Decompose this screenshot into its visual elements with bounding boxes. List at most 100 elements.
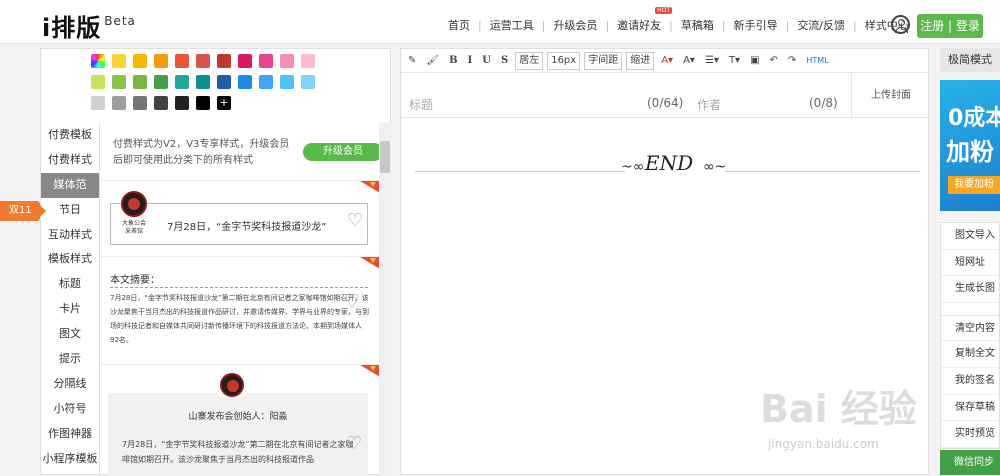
category-item[interactable]: 小程序模板 [41,447,99,472]
category-item[interactable]: 图片排版 [41,471,99,476]
tool-item[interactable]: 图文导入 [941,223,999,250]
favorite-heart-icon[interactable]: ♡ [344,291,360,312]
color-swatch[interactable] [154,96,168,110]
tool-item[interactable]: 我的签名 [941,368,999,395]
category-item[interactable]: 提示 [41,347,99,372]
color-swatch[interactable] [238,54,252,68]
tool-item[interactable]: 保存草稿 [941,395,999,422]
color-swatch[interactable] [280,54,294,68]
nav-item[interactable]: 首页 [440,17,478,33]
scrollbar[interactable] [379,123,391,476]
template-card[interactable]: 本文摘要： 7月28日，“金字节奖科技报道沙龙”第二期在北京有间记者之家咖啡馆如… [100,257,380,365]
nav-item[interactable]: 运营工具 [482,17,542,33]
double11-tag[interactable]: 双11 [0,201,46,221]
title-input[interactable]: 标题 [409,96,433,113]
color-swatch[interactable] [301,54,315,68]
tool-item[interactable]: 复制全文 [941,341,999,368]
category-item[interactable]: 卡片 [41,297,99,322]
nav-item[interactable]: 交流/反馈 [789,17,853,33]
color-swatch[interactable] [133,54,147,68]
color-swatch[interactable] [217,54,231,68]
user-icon[interactable] [891,15,910,34]
color-swatch[interactable] [175,96,189,110]
tool-item[interactable]: 短网址 [941,250,999,277]
toolbar-button[interactable]: I [465,52,476,70]
promo-banner[interactable]: 0成本 加粉 我要加粉 [940,80,1000,211]
color-swatch[interactable] [175,75,189,89]
color-swatch[interactable] [259,54,273,68]
toolbar-button[interactable]: T▾ [726,52,743,70]
divider [110,287,368,288]
favorite-heart-icon[interactable]: ♡ [346,433,362,454]
color-swatch[interactable] [196,54,210,68]
toolbar-button[interactable]: U [479,52,494,70]
category-item[interactable]: 节日 [41,198,99,223]
toolbar-button[interactable]: ↶ [767,52,781,70]
color-swatch[interactable] [196,96,210,110]
color-swatch[interactable] [238,75,252,89]
author-input[interactable]: 作者 [697,96,721,113]
toolbar-button[interactable]: ↷ [785,52,799,70]
nav-item[interactable]: 升级会员 [545,17,605,33]
color-swatch[interactable] [154,54,168,68]
category-item[interactable]: 图文 [41,322,99,347]
tool-item[interactable]: 清空内容 [941,314,999,342]
color-swatch[interactable] [91,54,105,68]
category-item[interactable]: 标题 [41,272,99,297]
minimal-mode-tab[interactable]: 极简模式 [940,48,1000,72]
color-swatch[interactable] [217,75,231,89]
toolbar-button[interactable]: ▣ [747,52,762,70]
nav-item[interactable]: 邀请好友 HOT [609,7,673,33]
color-swatch[interactable] [154,75,168,89]
logo[interactable]: i排版 Beta [42,8,136,43]
color-swatch[interactable] [175,54,189,68]
upgrade-vip-button[interactable]: 升级会员 [303,143,383,161]
template-card[interactable]: 大象公会 采茶馆 7月28日，“金字节奖科技报道沙龙” ♡ [100,181,380,257]
toolbar-button[interactable]: ✎ [405,52,419,70]
color-swatch[interactable] [91,75,105,89]
color-swatch[interactable] [301,75,315,89]
color-swatch[interactable] [133,96,147,110]
template-body: 7月28日，“金字节奖科技报道沙龙”第二期在北京有间记者之家咖啡馆如期召开。该沙… [122,440,354,464]
toolbar-button[interactable]: 居左 [515,51,544,70]
category-item[interactable]: 媒体范 [41,172,99,198]
color-swatch[interactable] [196,75,210,89]
category-item[interactable]: 小符号 [41,397,99,422]
nav-item[interactable]: 草稿箱 [673,17,722,33]
toolbar-button[interactable]: HTML [803,52,831,70]
toolbar-button[interactable]: B [446,52,460,70]
category-item[interactable]: 互动样式 [41,223,99,248]
upload-cover-button[interactable]: 上传封面 [851,73,930,118]
color-swatch[interactable] [112,75,126,89]
scrollbar-thumb[interactable] [380,141,390,173]
register-login-button[interactable]: 注册 | 登录 [917,14,983,38]
wechat-sync-button[interactable]: 微信同步 [940,450,1000,475]
category-item[interactable]: 作图神器 [41,422,99,447]
category-item[interactable]: 付费样式 [41,148,99,173]
color-swatch[interactable] [133,75,147,89]
toolbar-button[interactable]: A▾ [658,52,676,70]
category-item[interactable]: 付费模板 [41,123,99,148]
nav-item[interactable]: 新手引导 [726,17,786,33]
toolbar-button[interactable]: 🖌 [423,52,442,70]
category-item[interactable]: 模板样式 [41,247,99,272]
color-swatch[interactable] [112,96,126,110]
favorite-heart-icon[interactable]: ♡ [347,210,363,231]
toolbar-button[interactable]: 缩进 [626,51,655,70]
template-card[interactable]: 山寨发布会创始人：阳淼 7月28日，“金字节奖科技报道沙龙”第二期在北京有间记者… [100,365,380,476]
color-swatch[interactable] [91,96,105,110]
color-swatch[interactable] [280,75,294,89]
toolbar-button[interactable]: ☰▾ [702,52,722,70]
palette-row [91,75,351,89]
toolbar-button[interactable]: 16px [547,51,581,70]
tool-item[interactable]: 生成长图 [941,276,999,303]
category-item[interactable]: 分隔线 [41,372,99,397]
tool-item[interactable]: 实时预览 [941,421,999,448]
toolbar-button[interactable]: A▾ [680,52,698,70]
toolbar-button[interactable]: 字间距 [584,51,623,70]
banner-cta[interactable]: 我要加粉 [948,176,1000,194]
color-swatch[interactable] [259,75,273,89]
color-swatch[interactable] [112,54,126,68]
add-color-button[interactable]: + [217,96,231,110]
toolbar-button[interactable]: S [498,52,511,70]
